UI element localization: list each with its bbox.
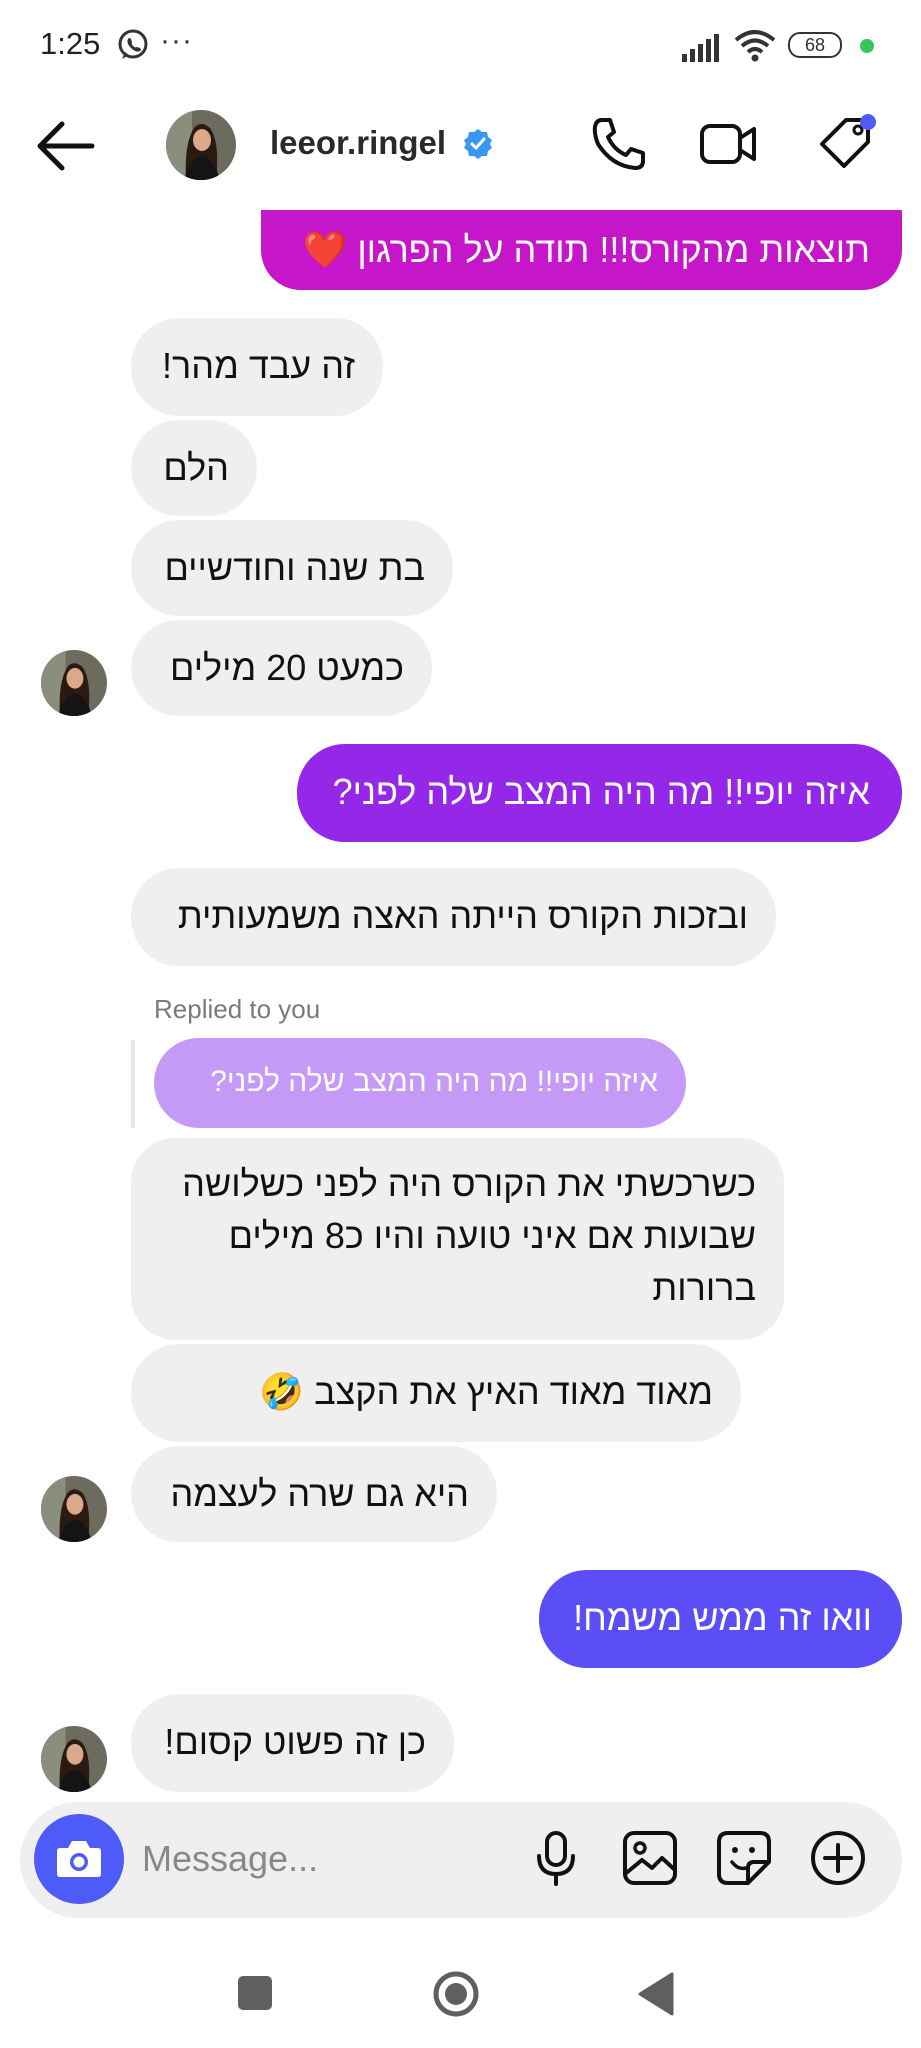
- nav-recents-icon[interactable]: [238, 1976, 272, 2010]
- tag-icon[interactable]: [816, 114, 876, 174]
- battery-icon: 68: [788, 32, 842, 58]
- back-arrow-icon[interactable]: [32, 116, 100, 176]
- whatsapp-icon: [118, 29, 148, 59]
- replied-label: Replied to you: [154, 994, 321, 1024]
- message-text: בת שנה וחודשיים: [164, 547, 425, 588]
- status-time: 1:25: [40, 26, 101, 61]
- message-bubble-received[interactable]: כשרכשתי את הקורס היה לפני כשלושה שבועות …: [131, 1138, 784, 1340]
- message-bubble-received[interactable]: היא גם שרה לעצמה: [131, 1446, 497, 1542]
- message-bubble-received[interactable]: הלם: [131, 420, 257, 516]
- microphone-icon[interactable]: [526, 1828, 586, 1888]
- status-bar: 1:25 ··· 68: [0, 0, 921, 92]
- chat-username[interactable]: leeor.ringel: [270, 124, 446, 162]
- nav-back-icon[interactable]: [638, 1972, 674, 2016]
- message-text: ובזכות הקורס הייתה האצה משמעותית: [177, 895, 748, 936]
- message-text: זה עבד מהר!: [162, 345, 355, 386]
- message-bubble-sent[interactable]: וואו זה ממש משמח!: [539, 1570, 902, 1668]
- message-text: הלם: [163, 447, 229, 488]
- verified-badge-icon: [464, 129, 492, 159]
- camera-icon: [57, 1841, 101, 1877]
- message-text: מאוד מאוד האיץ את הקצב: [314, 1371, 713, 1412]
- message-bubble-received[interactable]: זה עבד מהר!: [131, 318, 383, 416]
- message-text: כמעט 20 מילים: [170, 647, 404, 688]
- gallery-icon[interactable]: [620, 1828, 680, 1888]
- message-bubble-received[interactable]: ובזכות הקורס הייתה האצה משמעותית: [131, 868, 776, 966]
- wifi-icon: [734, 30, 776, 62]
- signal-icon: [682, 34, 719, 62]
- sender-avatar[interactable]: [41, 1476, 107, 1542]
- battery-level: 68: [804, 35, 826, 55]
- message-input[interactable]: [140, 1830, 504, 1888]
- reply-quote-text: איזה יופי!! מה היה המצב שלה לפני?: [210, 1065, 658, 1098]
- sticker-icon[interactable]: [714, 1828, 774, 1888]
- message-bubble-received[interactable]: מאוד מאוד האיץ את הקצב 🤣: [131, 1344, 741, 1442]
- message-text: היא גם שרה לעצמה: [170, 1473, 469, 1514]
- heart-emoji: ❤️: [302, 230, 348, 271]
- reply-indicator-bar: [131, 1040, 135, 1128]
- reply-quote-bubble[interactable]: איזה יופי!! מה היה המצב שלה לפני?: [154, 1038, 686, 1128]
- online-dot: [860, 39, 874, 53]
- message-bubble-sent[interactable]: איזה יופי!! מה היה המצב שלה לפני?: [297, 744, 902, 842]
- phone-icon[interactable]: [588, 114, 648, 174]
- video-icon[interactable]: [698, 114, 758, 174]
- message-text: תוצאות מהקורס!!! תודה על הפרגון: [357, 229, 870, 270]
- sender-avatar[interactable]: [41, 1726, 107, 1792]
- plus-circle-icon[interactable]: [808, 1828, 868, 1888]
- message-bubble-received[interactable]: כמעט 20 מילים: [131, 620, 432, 716]
- message-bubble-received[interactable]: בת שנה וחודשיים: [131, 520, 453, 616]
- sender-avatar[interactable]: [41, 650, 107, 716]
- nav-home-icon[interactable]: [432, 1970, 480, 2018]
- laughing-emoji: 🤣: [259, 1372, 305, 1413]
- message-text-line: ברורות: [652, 1267, 756, 1308]
- avatar[interactable]: [166, 110, 236, 180]
- message-bubble-received[interactable]: כן זה פשוט קסום!: [131, 1694, 454, 1792]
- message-text: וואו זה ממש משמח!: [573, 1597, 872, 1638]
- chat-header: [0, 92, 921, 210]
- message-bubble-sent[interactable]: תוצאות מהקורס!!! תודה על הפרגון ❤️: [261, 210, 902, 290]
- message-text: איזה יופי!! מה היה המצב שלה לפני?: [332, 771, 870, 812]
- message-text-line: שבועות אם איני טועה והיו כ8 מילים: [228, 1215, 756, 1256]
- camera-button[interactable]: [34, 1814, 124, 1904]
- message-text-line: כשרכשתי את הקורס היה לפני כשלושה: [182, 1163, 756, 1204]
- message-text: כן זה פשוט קסום!: [164, 1721, 426, 1762]
- more-dots-icon: ···: [160, 24, 193, 57]
